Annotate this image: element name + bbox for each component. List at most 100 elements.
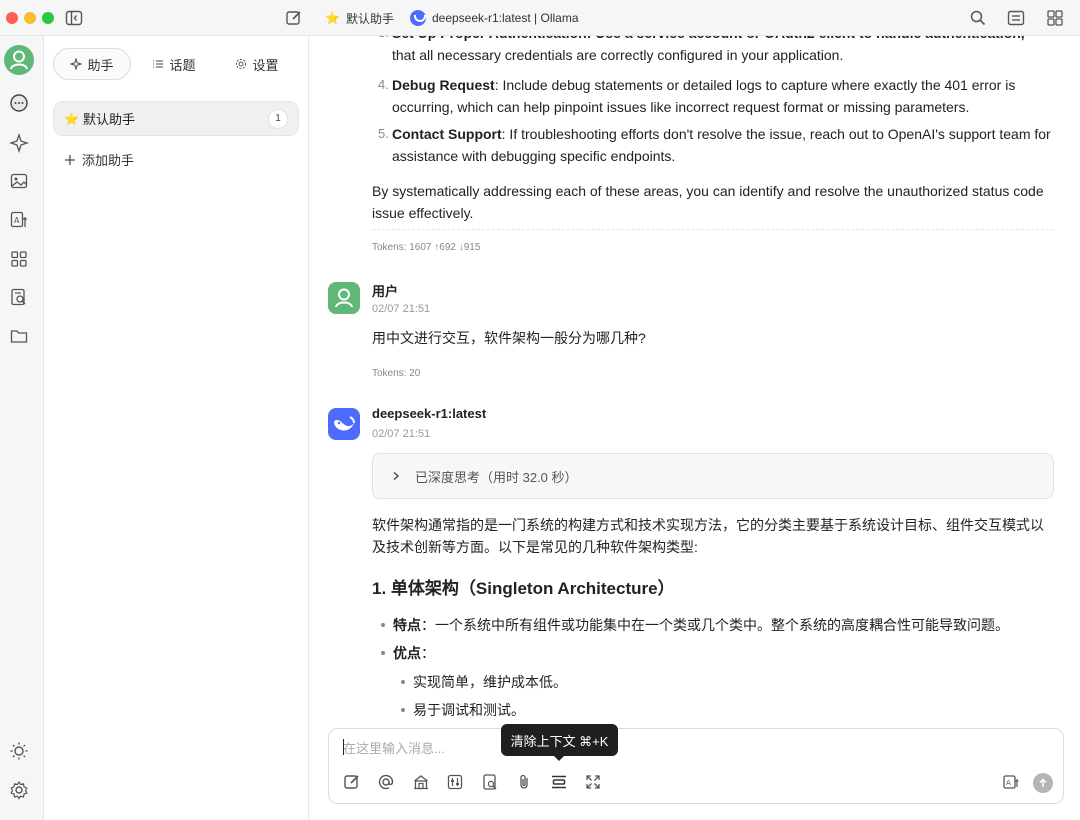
user-message-text: 用中文进行交互，软件架构一般分为哪几种? [372, 330, 646, 346]
list-item-pro-2: 易于调试和测试。 [401, 700, 525, 720]
user-avatar[interactable] [4, 45, 34, 75]
clear-context-tooltip: 清除上下文 ⌘+K [501, 724, 618, 761]
add-assistant-label: 添加助手 [82, 153, 135, 168]
model-title[interactable]: deepseek-r1:latest | Ollama [432, 11, 579, 25]
assistant-item-default[interactable]: ⭐ 默认助手 1 [53, 101, 299, 136]
window-title: ⭐ 默认助手 deepseek-r1:latest | Ollama [325, 9, 579, 27]
chevron-right-icon [393, 471, 400, 481]
translate-icon[interactable]: A [9, 210, 29, 230]
list-icon [153, 60, 164, 68]
folder-icon[interactable] [9, 326, 29, 346]
mention-at-icon[interactable] [377, 773, 395, 791]
add-assistant-button[interactable]: 添加助手 [64, 150, 134, 169]
list-item-pro-1: 实现简单，维护成本低。 [401, 672, 567, 692]
close-window-button[interactable] [6, 12, 18, 24]
panel-tabs: 助手 话题 设置 [53, 48, 300, 80]
grid-apps-icon[interactable] [1046, 9, 1064, 27]
star-icon: ⭐ [325, 11, 340, 25]
star-icon: ⭐ [64, 111, 79, 126]
message-input-box: A [328, 728, 1064, 804]
new-topic-icon[interactable] [285, 9, 303, 27]
list-item-4-title: Debug Request [392, 77, 495, 93]
plus-icon [65, 154, 75, 165]
clear-context-icon[interactable] [550, 773, 568, 791]
layout-toggle-icon[interactable] [1007, 9, 1025, 27]
agents-sparkle-icon[interactable] [9, 133, 29, 153]
bullet [381, 623, 385, 627]
thinking-collapse[interactable]: 已深度思考（用时 32.0 秒） [372, 453, 1054, 499]
knowledge-base-icon[interactable] [412, 773, 430, 791]
tab-settings[interactable]: 设置 [217, 48, 297, 80]
list-number: 4. [378, 77, 389, 92]
deepseek-avatar-icon [328, 408, 360, 440]
sparkle-icon [70, 58, 83, 70]
pros-label: 优点 [393, 645, 421, 661]
expand-icon[interactable] [584, 773, 602, 791]
svg-text:A: A [1006, 779, 1011, 787]
assistant-message-name: deepseek-r1:latest [372, 406, 487, 421]
user-message-name: 用户 [372, 284, 399, 299]
tab-assistants[interactable]: 助手 [53, 48, 131, 80]
list-number: 3. [378, 36, 389, 44]
feature-text: ：一个系统中所有组件或功能集中在一个类或几个类中。整个系统的高度耦合性可能导致问… [421, 617, 1009, 633]
web-search-icon[interactable] [481, 773, 499, 791]
attachment-icon[interactable] [515, 773, 533, 791]
svg-text:A: A [14, 216, 20, 225]
assistant-intro: 软件架构通常指的是一门系统的构建方式和技术实现方法，它的分类主要基于系统设计目标… [372, 517, 1044, 555]
bullet [381, 651, 385, 655]
section-heading: 1. 单体架构（Singleton Architecture） [372, 579, 675, 598]
list-number: 5. [378, 126, 389, 141]
list-item-pros: 优点： [381, 643, 435, 663]
list-item-5: 5. Contact Support: If troubleshooting e… [378, 123, 1054, 167]
thinking-label: 已深度思考（用时 32.0 秒） [415, 469, 578, 485]
toggle-sidebar-icon[interactable] [65, 9, 83, 27]
apps-grid-icon[interactable] [9, 249, 29, 269]
assistant-name: 默认助手 [82, 112, 135, 127]
parameters-icon[interactable] [446, 773, 464, 791]
current-assistant-title: 默认助手 [345, 11, 394, 26]
tab-assistants-label: 助手 [87, 57, 114, 73]
tab-settings-label: 设置 [252, 57, 279, 73]
list-item-4: 4. Debug Request: Include debug statemen… [378, 74, 1054, 118]
minimize-window-button[interactable] [24, 12, 36, 24]
assistant-message-time: 02/07 21:51 [372, 428, 431, 440]
new-topic-icon[interactable] [343, 773, 361, 791]
pro-text: 易于调试和测试。 [413, 702, 525, 718]
deepseek-logo-icon [409, 10, 426, 26]
pro-text: 实现简单，维护成本低。 [413, 674, 567, 690]
token-count: Tokens: 1607 ↑692 ↓915 [372, 242, 481, 253]
theme-toggle-icon[interactable] [9, 741, 29, 761]
search-icon[interactable] [969, 9, 987, 27]
image-icon[interactable] [9, 171, 29, 191]
bullet [401, 680, 405, 684]
bullet [401, 708, 405, 712]
tab-topics[interactable]: 话题 [131, 48, 217, 80]
feature-label: 特点 [393, 617, 421, 633]
send-button[interactable] [1033, 773, 1053, 793]
knowledge-search-icon[interactable] [9, 287, 29, 307]
tab-topics-label: 话题 [169, 57, 196, 73]
arrow-up-icon [1039, 778, 1047, 787]
gear-icon [236, 58, 247, 70]
list-item-3-partial: Set Up Proper Authentication: Use a serv… [392, 36, 1054, 44]
settings-gear-icon[interactable] [9, 780, 29, 800]
topic-count-badge: 1 [268, 108, 288, 129]
list-item-feature: 特点：一个系统中所有组件或功能集中在一个类或几个类中。整个系统的高度耦合性可能导… [381, 615, 1009, 635]
message-input[interactable] [343, 738, 943, 758]
chat-icon[interactable] [9, 93, 29, 113]
icon-rail: A [0, 36, 44, 820]
title-bar: ⭐ 默认助手 deepseek-r1:latest | Ollama [0, 0, 1080, 36]
maximize-window-button[interactable] [42, 12, 54, 24]
chat-area: 3. Set Up Proper Authentication: Use a s… [309, 36, 1080, 820]
list-item-3-rest: that all necessary credentials are corre… [392, 47, 844, 63]
list-item-5-title: Contact Support [392, 126, 502, 142]
list-item-3: 3. Set Up Proper Authentication: Use a s… [378, 36, 1054, 66]
answer-summary: By systematically addressing each of the… [372, 183, 1044, 221]
token-count: Tokens: 20 [372, 368, 421, 379]
message-divider [372, 229, 1054, 230]
user-message-time: 02/07 21:51 [372, 303, 431, 315]
image-translate-icon[interactable]: A [1002, 773, 1020, 791]
text-caret [343, 739, 344, 755]
assistants-panel: 助手 话题 设置 ⭐ 默认助手 1 添加助手 [44, 36, 309, 820]
user-message-avatar [328, 282, 360, 314]
